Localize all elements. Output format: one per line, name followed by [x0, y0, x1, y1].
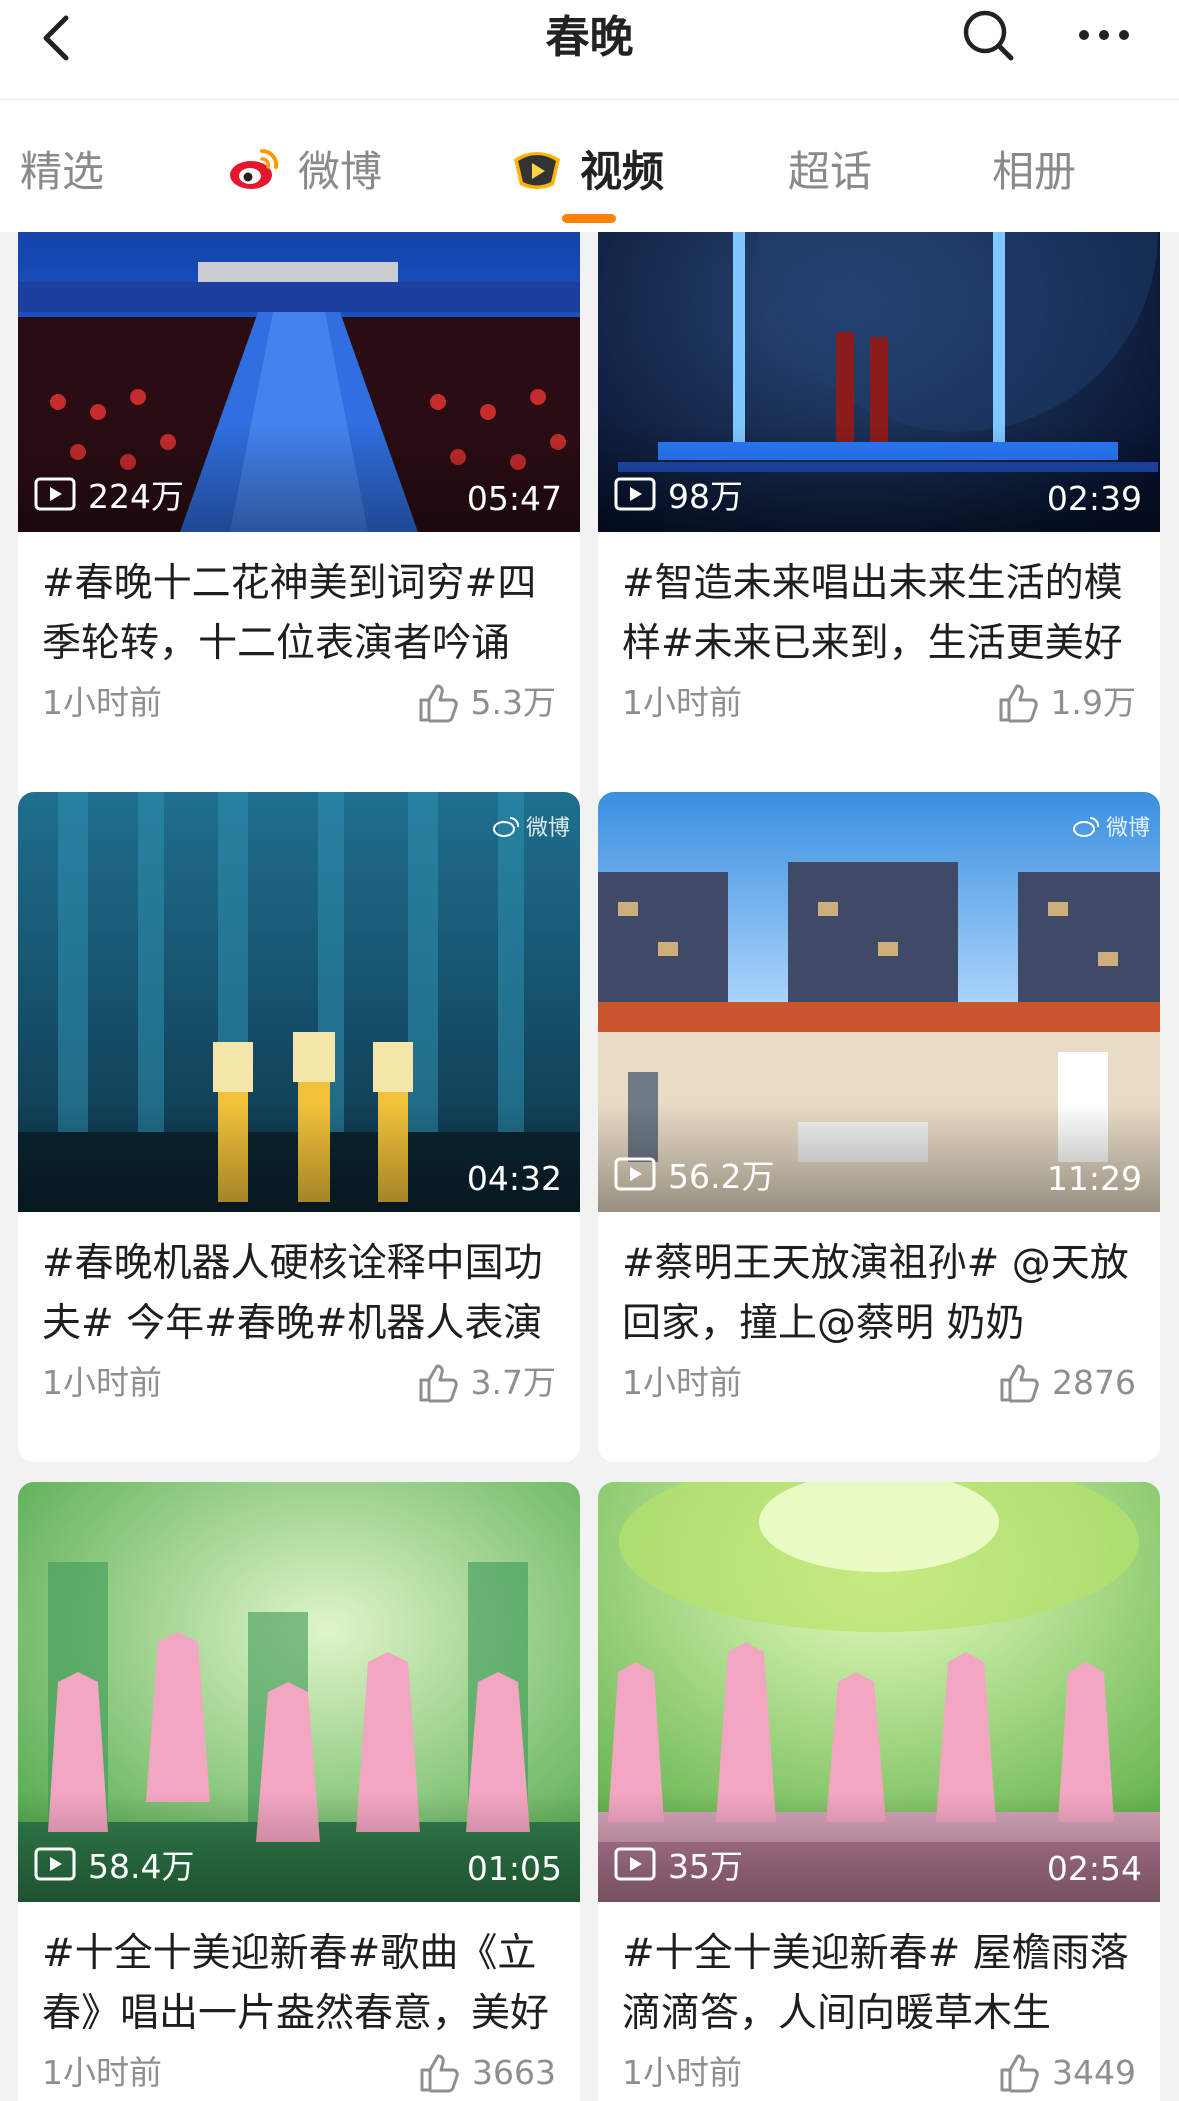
thumbs-up-icon	[1000, 1364, 1039, 1403]
video-card[interactable]: 58.4万 01:05 #十全十美迎新春#歌曲《立春》唱出一片盎然春意，美好 1…	[18, 1482, 580, 2101]
video-title[interactable]: #十全十美迎新春# 屋檐雨落滴滴答，人间向暖草木生	[622, 1924, 1144, 2044]
video-thumbnail[interactable]: 224万 05:47	[18, 232, 580, 532]
thumbs-up-icon	[420, 2054, 459, 2093]
like-button[interactable]: 5.3万	[417, 678, 556, 728]
active-tab-indicator	[562, 214, 616, 223]
weibo-logo-icon	[230, 148, 279, 189]
play-icon	[614, 1847, 656, 1881]
video-duration: 01:05	[466, 1849, 562, 1888]
post-time: 1小时前	[42, 1363, 162, 1402]
top-bar: 春晚	[0, 0, 1179, 100]
like-count: 2876	[1052, 1363, 1136, 1402]
play-icon	[614, 1157, 656, 1191]
post-time: 1小时前	[42, 683, 162, 722]
post-time: 1小时前	[622, 1363, 742, 1402]
like-button[interactable]: 2876	[998, 1358, 1136, 1408]
video-title[interactable]: #春晚机器人硬核诠释中国功夫# 今年#春晚#机器人表演	[42, 1234, 564, 1354]
like-button[interactable]: 3449	[998, 2048, 1136, 2098]
more-options-icon[interactable]	[1072, 5, 1136, 65]
video-card[interactable]: 微博 56.2万 11:29 #蔡明王天放演祖孙# @天放 回家，撞上@蔡明 奶…	[598, 792, 1160, 1462]
view-count: 224万	[34, 470, 184, 518]
view-count: 35万	[614, 1840, 743, 1888]
watermark-text: 微博	[1105, 816, 1150, 841]
video-card[interactable]: 微博 04:32 #春晚机器人硬核诠释中国功夫# 今年#春晚#机器人表演 1小时…	[18, 792, 580, 1462]
tab-video[interactable]: 视频	[508, 136, 664, 200]
tab-super-topic[interactable]: 超话	[788, 136, 872, 200]
thumbs-up-icon	[999, 684, 1038, 723]
video-title[interactable]: #蔡明王天放演祖孙# @天放 回家，撞上@蔡明 奶奶	[622, 1234, 1144, 1354]
video-feed[interactable]: 224万 05:47 #春晚十二花神美到词穷#四季轮转，十二位表演者吟诵 1小时…	[0, 232, 1179, 2101]
tab-label: 精选	[20, 146, 105, 196]
video-thumbnail[interactable]: 58.4万 01:05	[18, 1482, 580, 1902]
tab-label: 相册	[992, 146, 1077, 196]
video-duration: 02:54	[1046, 1849, 1142, 1888]
search-icon[interactable]	[958, 5, 1018, 65]
watermark-text: 微博	[525, 816, 570, 841]
view-count-text: 98万	[668, 477, 743, 516]
like-count: 5.3万	[470, 683, 556, 722]
tab-label: 超话	[788, 146, 873, 196]
post-time: 1小时前	[42, 2053, 162, 2092]
video-card[interactable]: 98万 02:39 #智造未来唱出未来生活的模样#未来已来到，生活更美好 1小时…	[598, 232, 1160, 807]
video-thumbnail[interactable]: 35万 02:54	[598, 1482, 1160, 1902]
like-button[interactable]: 3.7万	[417, 1358, 556, 1408]
video-duration: 02:39	[1046, 479, 1142, 518]
view-count-text: 224万	[88, 477, 184, 516]
like-button[interactable]: 3663	[418, 2048, 556, 2098]
thumbs-up-icon	[419, 1364, 458, 1403]
view-count: 56.2万	[614, 1150, 774, 1198]
video-thumbnail[interactable]: 微博 56.2万 11:29	[598, 792, 1160, 1212]
view-count-text: 58.4万	[88, 1847, 195, 1886]
like-button[interactable]: 1.9万	[997, 678, 1136, 728]
view-count: 98万	[614, 470, 743, 518]
view-count-text: 56.2万	[668, 1157, 775, 1196]
video-thumbnail[interactable]: 98万 02:39	[598, 232, 1160, 532]
video-card[interactable]: 224万 05:47 #春晚十二花神美到词穷#四季轮转，十二位表演者吟诵 1小时…	[18, 232, 580, 807]
video-title[interactable]: #智造未来唱出未来生活的模样#未来已来到，生活更美好	[622, 554, 1144, 674]
view-count-text: 35万	[668, 1847, 743, 1886]
video-tab-icon	[514, 152, 560, 189]
video-title[interactable]: #十全十美迎新春#歌曲《立春》唱出一片盎然春意，美好	[42, 1924, 564, 2044]
video-thumbnail[interactable]: 微博 04:32	[18, 792, 580, 1212]
view-count: 58.4万	[34, 1840, 194, 1888]
like-count: 3663	[472, 2053, 556, 2092]
back-arrow-icon[interactable]	[28, 8, 88, 68]
post-time: 1小时前	[622, 2053, 742, 2092]
video-card[interactable]: 35万 02:54 #十全十美迎新春# 屋檐雨落滴滴答，人间向暖草木生 1小时前…	[598, 1482, 1160, 2101]
thumbs-up-icon	[419, 684, 458, 723]
tab-weibo[interactable]: 微博	[226, 136, 382, 200]
video-duration: 04:32	[466, 1159, 562, 1198]
weibo-watermark: 微博	[1072, 810, 1150, 842]
like-count: 3449	[1052, 2053, 1136, 2092]
weibo-watermark: 微博	[492, 810, 570, 842]
tab-label: 视频	[580, 146, 665, 196]
post-time: 1小时前	[622, 683, 742, 722]
like-count: 1.9万	[1050, 683, 1136, 722]
play-icon	[614, 477, 656, 511]
video-title[interactable]: #春晚十二花神美到词穷#四季轮转，十二位表演者吟诵	[42, 554, 564, 674]
like-count: 3.7万	[470, 1363, 556, 1402]
tab-album[interactable]: 相册	[992, 136, 1076, 200]
play-icon	[34, 1847, 76, 1881]
weibo-logo-icon	[1072, 816, 1099, 837]
thumbs-up-icon	[1000, 2054, 1039, 2093]
play-icon	[34, 477, 76, 511]
tab-bar: 精选 微博 视频 超话 相册	[0, 100, 1179, 232]
video-duration: 11:29	[1046, 1159, 1142, 1198]
weibo-logo-icon	[492, 816, 519, 837]
video-duration: 05:47	[466, 479, 562, 518]
tab-label: 微博	[298, 146, 383, 196]
tab-selected[interactable]: 精选	[20, 136, 104, 200]
